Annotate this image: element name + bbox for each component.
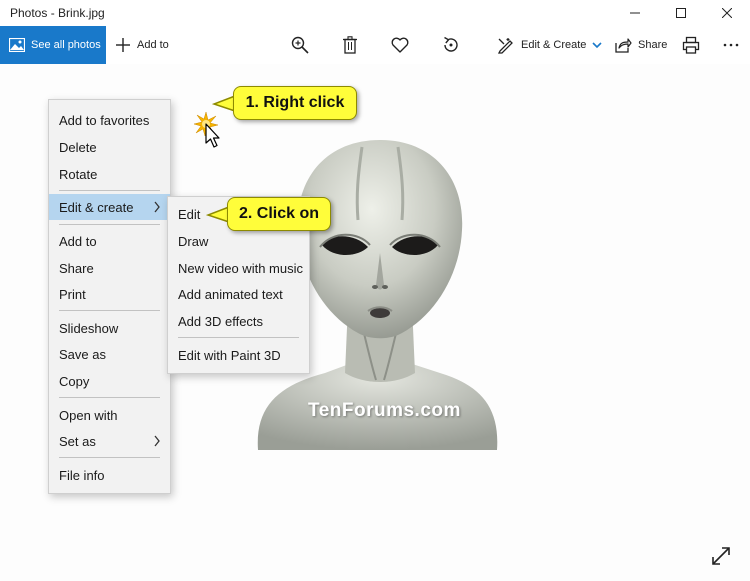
menu-item-slideshow[interactable]: Slideshow [49,315,170,341]
submenu-item-animated-text[interactable]: Add animated text [168,281,309,307]
menu-separator [59,397,160,398]
toolbar: See all photos Add to Edit & Create Shar… [0,26,750,64]
submenu-item-new-video[interactable]: New video with music [168,255,309,281]
menu-item-label: File info [59,467,105,483]
menu-item-add-to-favorites[interactable]: Add to favorites [49,107,170,133]
trash-icon [343,36,357,54]
menu-item-label: Edit & create [59,199,134,215]
share-button[interactable]: Share [614,26,667,64]
menu-item-label: Save as [59,346,106,362]
submenu-item-3d-effects[interactable]: Add 3D effects [168,308,309,334]
menu-item-set-as[interactable]: Set as [49,428,170,454]
menu-item-label: Draw [178,233,209,249]
share-icon [615,38,632,53]
menu-item-label: Print [59,286,86,302]
menu-item-label: Edit with Paint 3D [178,347,281,363]
rotate-icon [444,36,458,52]
minimize-icon [630,12,640,14]
see-all-photos-button[interactable]: See all photos [0,26,106,64]
menu-item-label: Add 3D effects [178,313,264,329]
menu-separator [59,310,160,311]
menu-item-label: Add to [59,233,97,249]
menu-item-save-as[interactable]: Save as [49,341,170,367]
edit-create-button[interactable]: Edit & Create [497,26,602,64]
mouse-pointer-icon [205,123,220,148]
window-title: Photos - Brink.jpg [10,6,105,20]
title-bar: Photos - Brink.jpg [0,0,750,26]
menu-item-label: Copy [59,373,90,389]
menu-item-label: Share [59,260,94,276]
menu-item-label: Add animated text [178,286,283,302]
menu-separator [59,190,160,191]
menu-item-file-info[interactable]: File info [49,462,170,488]
menu-item-print[interactable]: Print [49,281,170,307]
add-to-label: Add to [137,39,169,51]
edit-create-label: Edit & Create [521,39,587,51]
chevron-right-icon [154,201,160,213]
close-icon [722,8,732,18]
chevron-right-icon [154,435,160,447]
submenu-item-draw[interactable]: Draw [168,228,309,254]
photos-icon [9,38,25,52]
menu-item-open-with[interactable]: Open with [49,402,170,428]
menu-item-label: New video with music [178,260,303,276]
see-all-photos-label: See all photos [31,39,101,51]
share-label: Share [638,39,668,51]
menu-separator [59,224,160,225]
printer-icon [682,36,700,54]
menu-item-label: Delete [59,139,97,155]
heart-icon [391,37,409,53]
delete-button[interactable] [339,26,361,64]
menu-item-label: Rotate [59,166,98,182]
menu-separator [59,457,160,458]
context-menu: Add to favorites Delete Rotate Edit & cr… [48,99,171,494]
menu-item-label: Slideshow [59,320,119,336]
full-screen-icon[interactable] [709,544,733,568]
callout-click-on: 2. Click on [227,197,331,231]
rotate-button[interactable] [440,26,462,64]
close-button[interactable] [704,0,750,26]
menu-item-add-to[interactable]: Add to [49,228,170,254]
plus-icon [116,38,130,52]
menu-item-label: Set as [59,433,96,449]
edit-create-icon [497,38,513,54]
menu-item-share[interactable]: Share [49,255,170,281]
menu-item-delete[interactable]: Delete [49,134,170,160]
watermark: TenForums.com [308,400,461,421]
more-icon [723,43,739,47]
menu-item-label: Add to favorites [59,112,150,128]
maximize-icon [676,8,686,18]
print-button[interactable] [680,26,702,64]
more-options-button[interactable] [720,26,742,64]
menu-item-edit-create[interactable]: Edit & create [49,194,170,220]
callout-right-click: 1. Right click [233,86,357,120]
menu-item-label: Edit [178,206,201,222]
chevron-down-icon [592,42,602,49]
zoom-button[interactable] [289,26,311,64]
menu-item-copy[interactable]: Copy [49,368,170,394]
minimize-button[interactable] [612,0,658,26]
menu-separator [178,337,299,338]
menu-item-rotate[interactable]: Rotate [49,161,170,187]
favorite-button[interactable] [389,26,411,64]
add-to-button[interactable]: Add to [115,26,169,64]
zoom-in-icon [291,36,309,54]
maximize-button[interactable] [658,0,704,26]
menu-item-label: Open with [59,407,118,423]
submenu-item-paint-3d[interactable]: Edit with Paint 3D [168,342,309,368]
